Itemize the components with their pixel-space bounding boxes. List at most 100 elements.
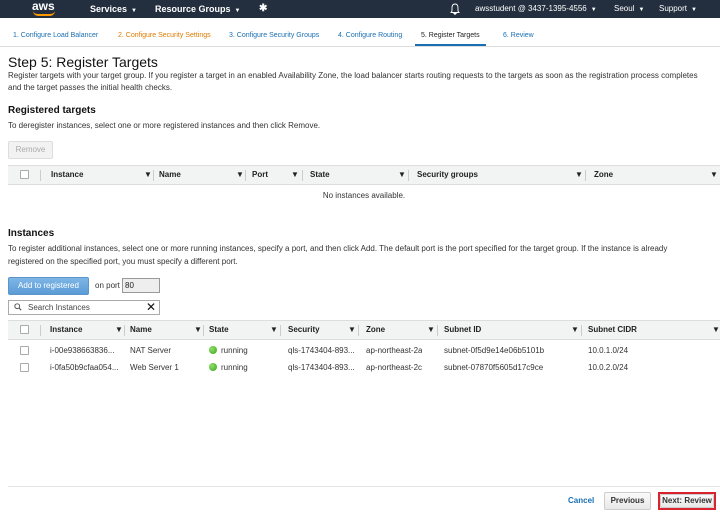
sort-icon[interactable]: ▼: [710, 166, 718, 184]
cancel-link[interactable]: Cancel: [568, 496, 594, 505]
table-row[interactable]: i-00e938663836... NAT Server running qls…: [8, 344, 720, 357]
sort-icon[interactable]: ▼: [194, 321, 202, 339]
account-label: awsstudent @ 3437-1395-4556: [475, 4, 587, 13]
tab-configure-security-settings[interactable]: 2. Configure Security Settings: [118, 27, 211, 46]
top-nav-bar: aws Services ▼ Resource Groups ▼ ✱ awsstud…: [0, 0, 720, 18]
sort-icon[interactable]: ▼: [144, 166, 152, 184]
column-divider: [124, 325, 125, 336]
instance-state: running: [209, 344, 248, 357]
tab-configure-security-groups[interactable]: 3. Configure Security Groups: [229, 27, 319, 46]
select-all-checkbox[interactable]: [20, 170, 29, 179]
sort-icon[interactable]: ▼: [236, 166, 244, 184]
instances-heading: Instances: [8, 228, 55, 239]
search-instances-input[interactable]: Search Instances ✕: [8, 300, 160, 315]
zone: ap-northeast-2a: [366, 346, 423, 355]
security-group: qls-1743404-893...: [288, 346, 355, 355]
chevron-down-icon: ▼: [691, 7, 697, 13]
registered-targets-description: To deregister instances, select one or m…: [8, 121, 321, 130]
row-checkbox[interactable]: [20, 346, 29, 355]
sort-icon[interactable]: ▼: [291, 166, 299, 184]
services-label: Services: [90, 4, 128, 14]
sort-icon[interactable]: ▼: [575, 166, 583, 184]
sort-icon[interactable]: ▼: [571, 321, 579, 339]
instance-state: running: [209, 361, 248, 374]
tab-register-targets[interactable]: 5. Register Targets: [415, 27, 486, 46]
table-row[interactable]: i-0fa50b9cfaa054... Web Server 1 running…: [8, 361, 720, 374]
port-label: on port: [95, 281, 120, 290]
column-name[interactable]: Name: [159, 166, 181, 184]
zone: ap-northeast-2c: [366, 363, 423, 372]
column-instance[interactable]: Instance: [51, 166, 83, 184]
port-input[interactable]: 80: [122, 278, 160, 293]
column-security[interactable]: Security: [288, 321, 320, 339]
sort-icon[interactable]: ▼: [427, 321, 435, 339]
account-menu[interactable]: awsstudent @ 3437-1395-4556 ▼: [475, 0, 597, 18]
search-placeholder: Search Instances: [28, 303, 90, 312]
page-title: Step 5: Register Targets: [8, 54, 158, 70]
column-divider: [437, 325, 438, 336]
sort-icon[interactable]: ▼: [348, 321, 356, 339]
chevron-down-icon: ▼: [590, 7, 597, 13]
add-to-registered-button[interactable]: Add to registered: [8, 277, 89, 295]
sort-icon[interactable]: ▼: [398, 166, 406, 184]
remove-button[interactable]: Remove: [8, 141, 53, 159]
instance-name: NAT Server: [130, 346, 172, 355]
select-all-checkbox[interactable]: [20, 325, 29, 334]
support-label: Support: [659, 4, 688, 13]
column-zone[interactable]: Zone: [366, 321, 385, 339]
column-instance[interactable]: Instance: [50, 321, 82, 339]
column-state[interactable]: State: [209, 321, 229, 339]
services-menu[interactable]: Services ▼: [90, 0, 137, 18]
registered-targets-table-header: Instance ▼ Name ▼ Port ▼ State ▼ Securit…: [8, 165, 720, 185]
sort-icon[interactable]: ▼: [115, 321, 123, 339]
security-group: qls-1743404-893...: [288, 363, 355, 372]
instance-name: Web Server 1: [130, 363, 179, 372]
tab-configure-routing[interactable]: 4. Configure Routing: [338, 27, 402, 46]
chevron-down-icon: ▼: [638, 7, 645, 13]
resource-groups-label: Resource Groups: [155, 4, 231, 14]
subnet-id: subnet-07870f5605d17c9ce: [444, 363, 544, 372]
row-checkbox[interactable]: [20, 363, 29, 372]
column-subnet-id[interactable]: Subnet ID: [444, 321, 481, 339]
column-state[interactable]: State: [310, 166, 330, 184]
sort-icon[interactable]: ▼: [270, 321, 278, 339]
support-menu[interactable]: Support ▼: [659, 0, 697, 18]
subnet-cidr: 10.0.2.0/24: [588, 363, 629, 372]
column-divider: [302, 170, 303, 181]
aws-logo[interactable]: aws: [30, 0, 60, 18]
column-zone[interactable]: Zone: [594, 166, 613, 184]
column-divider: [40, 170, 41, 181]
close-icon[interactable]: ✕: [146, 301, 156, 314]
subnet-cidr: 10.0.1.0/24: [588, 346, 629, 355]
column-divider: [153, 170, 154, 181]
column-port[interactable]: Port: [252, 166, 268, 184]
wizard-steps: 1. Configure Load Balancer 2. Configure …: [0, 27, 720, 47]
tab-review[interactable]: 6. Review: [503, 27, 534, 46]
column-divider: [408, 170, 409, 181]
bell-icon[interactable]: [450, 3, 460, 15]
region-menu[interactable]: Seoul ▼: [614, 0, 644, 18]
column-divider: [203, 325, 204, 336]
instances-description-line-1: To register additional instances, select…: [8, 244, 668, 253]
state-label: running: [221, 363, 248, 372]
sort-icon[interactable]: ▼: [712, 321, 720, 339]
running-status-icon: [209, 346, 217, 354]
column-security-groups[interactable]: Security groups: [417, 166, 478, 184]
pin-icon[interactable]: ✱: [259, 0, 267, 18]
search-icon: [14, 303, 22, 311]
footer-divider: [8, 486, 720, 487]
empty-registered-message: No instances available.: [322, 191, 406, 200]
column-name[interactable]: Name: [130, 321, 152, 339]
column-divider: [245, 170, 246, 181]
column-divider: [585, 170, 586, 181]
state-label: running: [221, 346, 248, 355]
column-divider: [358, 325, 359, 336]
column-subnet-cidr[interactable]: Subnet CIDR: [588, 321, 637, 339]
instances-description-line-2: registered on the specified port, you mu…: [8, 257, 238, 266]
tab-configure-load-balancer[interactable]: 1. Configure Load Balancer: [13, 27, 98, 46]
previous-button[interactable]: Previous: [604, 492, 651, 510]
aws-smile-icon: [33, 11, 55, 16]
chevron-down-icon: ▼: [131, 8, 137, 14]
column-divider: [40, 325, 41, 336]
resource-groups-menu[interactable]: Resource Groups ▼: [155, 0, 240, 18]
